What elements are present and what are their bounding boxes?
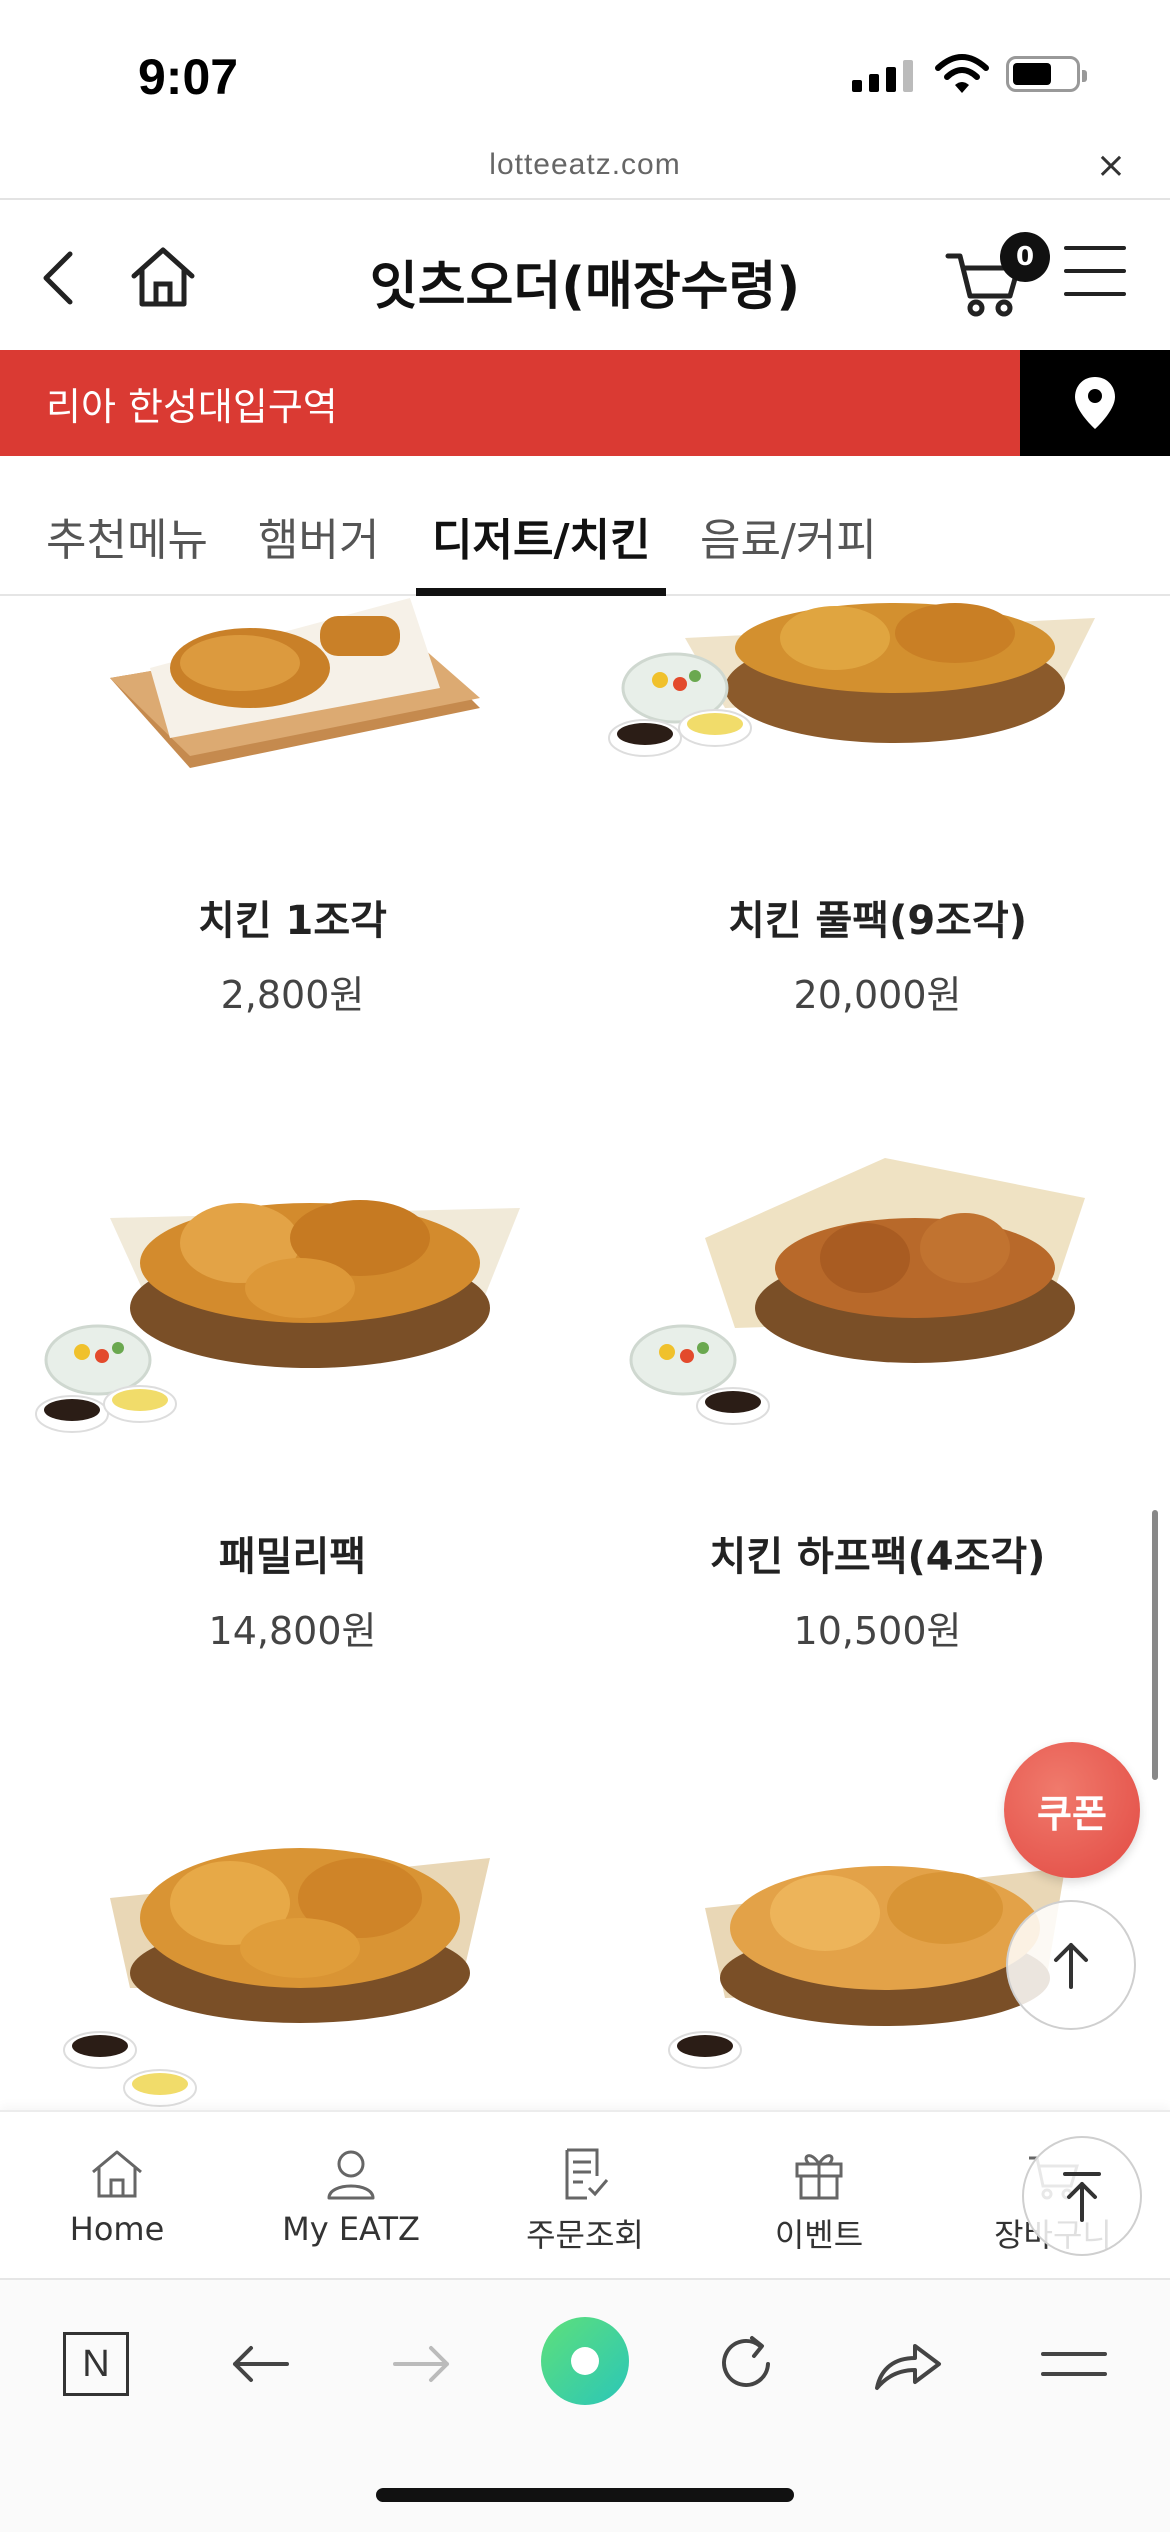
product-card[interactable]: 패밀리팩 14,800원 (0, 1138, 585, 1698)
nav-item-order-history[interactable]: 주문조회 (468, 2112, 702, 2280)
product-image[interactable] (585, 1138, 1170, 1468)
nav-item-my-eatz[interactable]: My EATZ (234, 2112, 468, 2280)
browser-menu-button[interactable] (1034, 2324, 1114, 2404)
status-bar: 9:07 (0, 0, 1170, 140)
battery-icon (1006, 56, 1087, 92)
nav-item-events[interactable]: 이벤트 (702, 2112, 936, 2280)
close-icon[interactable]: × (1096, 148, 1126, 184)
person-icon (327, 2150, 375, 2200)
signal-icon (852, 58, 913, 92)
product-name: 패밀리팩 (218, 1534, 367, 1580)
menu-icon[interactable] (1064, 246, 1126, 302)
cart-count-badge[interactable]: 0 (1000, 232, 1050, 282)
status-time: 9:07 (138, 49, 239, 105)
arrow-up-icon (1054, 1943, 1088, 1989)
nav-label-my-eatz: My EATZ (282, 2210, 420, 2248)
app-header: 잇츠오더(매장수령) 0 (0, 200, 1170, 350)
gift-icon (795, 2154, 843, 2200)
product-price: 20,000원 (793, 973, 962, 1017)
url-text[interactable]: lotteeatz.com (0, 148, 1170, 182)
nav-label-events: 이벤트 (774, 2216, 864, 2254)
share-arrow-icon (875, 2344, 941, 2390)
product-card[interactable]: 치킨 풀팩(9조각) 20,000원 (585, 598, 1170, 1098)
browser-refresh-button[interactable] (706, 2324, 786, 2404)
store-name[interactable]: 리아 한성대입구역 (46, 376, 338, 431)
product-price: 2,800원 (220, 973, 365, 1017)
wifi-icon (935, 54, 989, 93)
scroll-top-button-secondary[interactable] (1022, 2136, 1142, 2256)
nav-label-order-history: 주문조회 (526, 2216, 644, 2254)
product-price: 14,800원 (208, 1609, 377, 1653)
home-indicator (376, 2488, 794, 2502)
product-name: 치킨 풀팩(9조각) (727, 898, 1028, 944)
refresh-icon (722, 2336, 770, 2387)
store-bar[interactable]: 리아 한성대입구역 (0, 350, 1170, 456)
browser-forward-button[interactable] (382, 2324, 462, 2404)
location-pin-icon (1075, 377, 1115, 429)
arrow-up-bar-icon (1063, 2172, 1101, 2222)
product-image[interactable] (0, 1788, 585, 2110)
home-icon (92, 2150, 142, 2198)
bottom-nav: Home My EATZ 주문조회 이벤트 장바구니 (0, 2110, 1170, 2278)
nav-label-home: Home (69, 2210, 165, 2248)
product-image[interactable] (585, 598, 1170, 828)
product-card[interactable] (0, 1788, 585, 2110)
naver-home-button[interactable]: N (56, 2324, 136, 2404)
tab-recommended[interactable]: 추천메뉴 (46, 504, 208, 596)
naver-n-icon: N (63, 2332, 129, 2396)
product-grid: 치킨 1조각 2,800원 치킨 풀팩(9조각) 20,000원 패밀리팩 14… (0, 598, 1170, 2110)
location-button[interactable] (1020, 350, 1170, 456)
scroll-top-button[interactable] (1006, 1900, 1136, 2030)
product-name: 치킨 1조각 (198, 898, 387, 944)
tab-drink-coffee[interactable]: 음료/커피 (700, 504, 877, 596)
order-list-icon (565, 2148, 609, 2200)
product-price: 10,500원 (793, 1609, 962, 1653)
browser-share-button[interactable] (868, 2324, 948, 2404)
url-bar: lotteeatz.com × (0, 140, 1170, 200)
scrollbar[interactable] (1152, 1510, 1158, 1780)
product-image[interactable] (0, 598, 585, 808)
product-image[interactable] (0, 1138, 585, 1468)
product-card[interactable]: 치킨 하프팩(4조각) 10,500원 (585, 1138, 1170, 1698)
arrow-right-icon (393, 2346, 449, 2382)
category-tabs: 추천메뉴 햄버거 디저트/치킨 음료/커피 (0, 456, 1170, 596)
arrow-left-icon (233, 2346, 289, 2382)
product-card[interactable]: 치킨 1조각 2,800원 (0, 598, 585, 1098)
tab-burger[interactable]: 햄버거 (258, 504, 379, 596)
nav-item-home[interactable]: Home (0, 2112, 234, 2280)
green-dot-icon (541, 2317, 629, 2405)
naver-green-dot-button[interactable] (540, 2316, 630, 2406)
product-name: 치킨 하프팩(4조각) (709, 1534, 1046, 1580)
menu-icon (1041, 2352, 1107, 2376)
browser-back-button[interactable] (220, 2324, 300, 2404)
tab-dessert-chicken[interactable]: 디저트/치킨 (415, 504, 668, 596)
coupon-button[interactable]: 쿠폰 (1004, 1742, 1140, 1878)
